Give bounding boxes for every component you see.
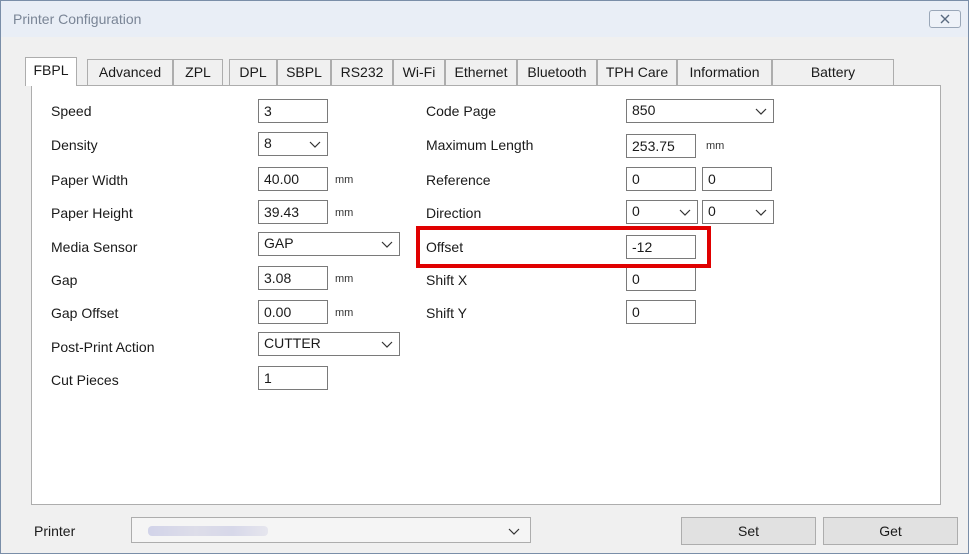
chevron-down-icon	[381, 241, 393, 248]
direction-a-value: 0	[632, 203, 640, 219]
printer-configuration-window: Printer Configuration FBPL Advanced ZPL …	[0, 0, 969, 554]
post-print-action-value: CUTTER	[264, 335, 321, 351]
chevron-down-icon	[755, 108, 767, 115]
get-button[interactable]: Get	[823, 517, 958, 545]
window-title: Printer Configuration	[13, 11, 142, 27]
offset-label: Offset	[426, 239, 464, 255]
tab-fbpl[interactable]: FBPL	[25, 57, 77, 86]
printer-name-redacted	[148, 526, 268, 536]
shift-x-input[interactable]: 0	[626, 267, 696, 291]
reference-x-input[interactable]: 0	[626, 167, 696, 191]
direction-b-select[interactable]: 0	[702, 200, 774, 224]
gap-offset-input[interactable]: 0.00	[258, 300, 328, 324]
close-button[interactable]	[929, 10, 961, 28]
media-sensor-select[interactable]: GAP	[258, 232, 400, 256]
density-label: Density	[51, 137, 98, 153]
paper-width-unit: mm	[335, 174, 354, 186]
speed-input[interactable]: 3	[258, 99, 328, 123]
maximum-length-label: Maximum Length	[426, 137, 534, 153]
shift-x-label: Shift X	[426, 272, 468, 288]
media-sensor-value: GAP	[264, 235, 294, 251]
code-page-value: 850	[632, 102, 656, 118]
code-page-label: Code Page	[426, 103, 497, 119]
cut-pieces-label: Cut Pieces	[51, 372, 119, 388]
printer-label: Printer	[34, 523, 76, 539]
speed-label: Speed	[51, 103, 92, 119]
chevron-down-icon	[755, 209, 767, 216]
chevron-down-icon	[679, 209, 691, 216]
set-button[interactable]: Set	[681, 517, 816, 545]
tab-dpl[interactable]: DPL	[229, 59, 277, 85]
gap-offset-label: Gap Offset	[51, 305, 119, 321]
density-select[interactable]: 8	[258, 132, 328, 156]
tab-wifi[interactable]: Wi-Fi	[393, 59, 445, 85]
tab-rs232[interactable]: RS232	[331, 59, 393, 85]
code-page-select[interactable]: 850	[626, 99, 774, 123]
tab-zpl[interactable]: ZPL	[173, 59, 223, 85]
chevron-down-icon	[381, 341, 393, 348]
gap-label: Gap	[51, 272, 78, 288]
density-value: 8	[264, 135, 272, 151]
post-print-action-label: Post-Print Action	[51, 339, 155, 355]
chevron-down-icon	[309, 141, 321, 148]
title-bar: Printer Configuration	[1, 1, 968, 37]
tab-advanced[interactable]: Advanced	[87, 59, 173, 85]
close-icon	[940, 14, 950, 24]
shift-y-input[interactable]: 0	[626, 300, 696, 324]
direction-label: Direction	[426, 205, 482, 221]
direction-a-select[interactable]: 0	[626, 200, 698, 224]
paper-width-label: Paper Width	[51, 172, 129, 188]
direction-b-value: 0	[708, 203, 716, 219]
offset-input[interactable]: -12	[626, 235, 696, 259]
paper-height-input[interactable]: 39.43	[258, 200, 328, 224]
gap-unit: mm	[335, 273, 354, 285]
tab-ethernet[interactable]: Ethernet	[445, 59, 517, 85]
shift-y-label: Shift Y	[426, 305, 467, 321]
tab-tph-care[interactable]: TPH Care	[597, 59, 677, 85]
tab-bluetooth[interactable]: Bluetooth	[517, 59, 597, 85]
paper-width-input[interactable]: 40.00	[258, 167, 328, 191]
maximum-length-unit: mm	[706, 140, 725, 152]
chevron-down-icon	[508, 528, 520, 535]
gap-offset-unit: mm	[335, 307, 354, 319]
maximum-length-input[interactable]: 253.75	[626, 134, 696, 158]
post-print-action-select[interactable]: CUTTER	[258, 332, 400, 356]
media-sensor-label: Media Sensor	[51, 239, 138, 255]
reference-label: Reference	[426, 172, 491, 188]
gap-input[interactable]: 3.08	[258, 266, 328, 290]
tab-battery[interactable]: Battery	[772, 59, 894, 85]
cut-pieces-input[interactable]: 1	[258, 366, 328, 390]
paper-height-unit: mm	[335, 207, 354, 219]
paper-height-label: Paper Height	[51, 205, 133, 221]
tab-information[interactable]: Information	[677, 59, 772, 85]
printer-select[interactable]	[131, 517, 531, 543]
tab-sbpl[interactable]: SBPL	[277, 59, 331, 85]
reference-y-input[interactable]: 0	[702, 167, 772, 191]
